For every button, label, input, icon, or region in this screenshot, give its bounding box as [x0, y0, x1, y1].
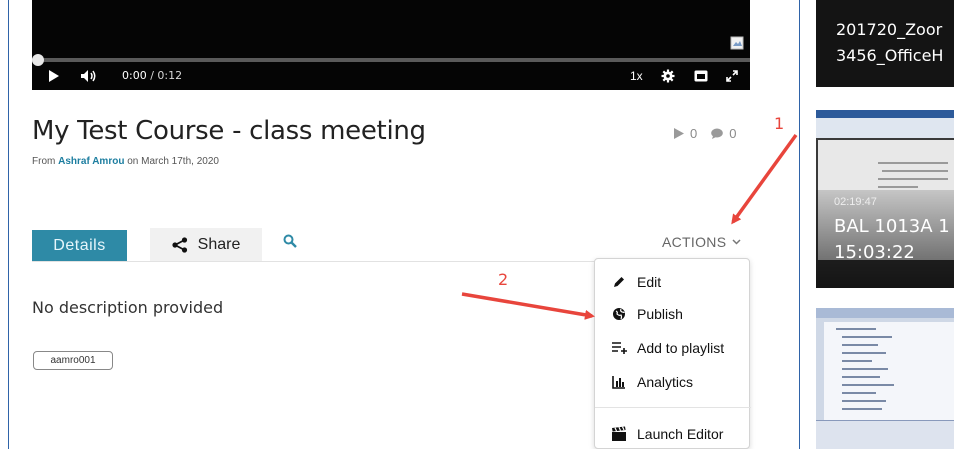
annotation-arrow-2 [461, 292, 595, 320]
annotation-arrow-1 [731, 133, 798, 225]
annotation-number-2: 2 [498, 270, 509, 289]
annotation-number-1: 1 [774, 114, 785, 133]
annotation-arrows [461, 133, 798, 320]
